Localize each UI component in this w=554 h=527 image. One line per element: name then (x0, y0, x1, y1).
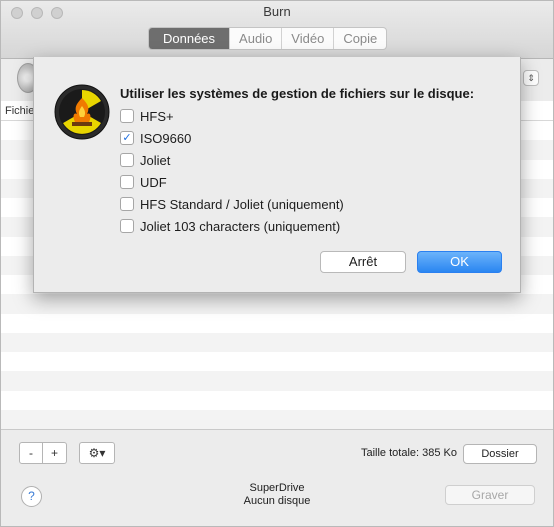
list-row (1, 371, 553, 391)
remove-button[interactable]: - (19, 442, 43, 464)
file-system-sheet: Utiliser les systèmes de gestion de fich… (33, 57, 521, 293)
checkbox-hfs-standard-joliet[interactable] (120, 197, 134, 211)
checkbox-joliet-103[interactable] (120, 219, 134, 233)
list-row (1, 352, 553, 371)
tab-video[interactable]: Vidéo (281, 28, 333, 49)
option-udf[interactable]: UDF (120, 173, 167, 191)
list-row (1, 314, 553, 333)
title-bar: Burn Données Audio Vidéo Copie (1, 1, 553, 59)
action-menu-button[interactable]: ⚙▾ (79, 442, 115, 464)
folder-button[interactable]: Dossier (463, 444, 537, 464)
option-label: Joliet 103 characters (uniquement) (140, 218, 341, 234)
tab-donnees[interactable]: Données (149, 28, 230, 49)
checkbox-hfs-plus[interactable] (120, 109, 134, 123)
gear-icon: ⚙▾ (88, 446, 106, 460)
total-size-label: Taille totale: 385 Ko (360, 447, 457, 459)
list-row (1, 391, 553, 410)
chevron-up-down-icon: ⇕ (527, 73, 535, 83)
option-hfs-standard-joliet[interactable]: HFS Standard / Joliet (uniquement) (120, 195, 344, 213)
option-label: HFS+ (140, 108, 174, 124)
option-label: ISO9660 (140, 130, 192, 146)
list-row (1, 294, 553, 314)
mode-tabs: Données Audio Vidéo Copie (148, 27, 388, 50)
tab-copie[interactable]: Copie (333, 28, 386, 49)
list-row (1, 332, 553, 352)
ok-button[interactable]: OK (417, 251, 502, 273)
window-title: Burn (263, 4, 291, 19)
checkbox-iso9660[interactable]: ✓ (120, 131, 134, 145)
bottom-bar: - + ⚙▾ Taille totale: 385 Ko Dossier ? S… (1, 429, 553, 526)
burn-window: Burn Données Audio Vidéo Copie ⇕ Fichie … (0, 0, 554, 527)
option-label: Joliet (140, 152, 171, 168)
option-label: UDF (140, 174, 167, 190)
burn-button[interactable]: Graver (445, 485, 535, 505)
option-iso9660[interactable]: ✓ ISO9660 (120, 129, 191, 147)
format-popup-button[interactable]: ⇕ (523, 70, 539, 86)
option-joliet[interactable]: Joliet (120, 151, 170, 169)
add-button[interactable]: + (43, 442, 67, 464)
burn-app-icon (54, 84, 110, 140)
cancel-button[interactable]: Arrêt (320, 251, 406, 273)
sheet-title: Utiliser les systèmes de gestion de fich… (120, 86, 475, 101)
tab-audio[interactable]: Audio (229, 28, 281, 49)
option-joliet-103[interactable]: Joliet 103 characters (uniquement) (120, 217, 340, 235)
option-label: HFS Standard / Joliet (uniquement) (140, 196, 344, 212)
option-hfs-plus[interactable]: HFS+ (120, 107, 174, 125)
checkbox-joliet[interactable] (120, 153, 134, 167)
checkbox-udf[interactable] (120, 175, 134, 189)
list-row (1, 409, 553, 429)
